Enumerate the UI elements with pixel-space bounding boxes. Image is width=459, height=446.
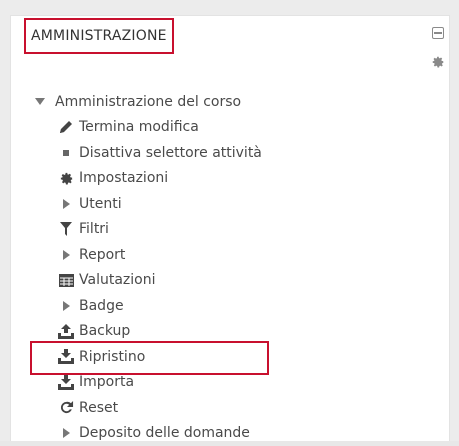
tree-item-reset[interactable]: Reset (33, 395, 262, 421)
tree-item-label: Reset (79, 400, 118, 416)
tree-item-label: Backup (79, 323, 130, 339)
caret-right-icon (57, 425, 75, 441)
caret-right-icon (57, 247, 75, 263)
admin-tree: Amministrazione del corso Termina modifi… (33, 89, 262, 446)
caret-down-icon (33, 94, 47, 110)
pencil-icon (57, 119, 75, 135)
tree-root-label: Amministrazione del corso (55, 94, 241, 110)
tree-item-report[interactable]: Report (33, 242, 262, 268)
tree-item-label: Filtri (79, 221, 109, 237)
tree-item-label: Termina modifica (79, 119, 199, 135)
tree-item-label: Importa (79, 374, 134, 390)
highlight-box-ripristino (30, 341, 269, 375)
gear-icon[interactable] (431, 55, 445, 69)
download-icon (57, 374, 75, 390)
tree-root-course-admin[interactable]: Amministrazione del corso (33, 89, 262, 115)
tree-item-filtri[interactable]: Filtri (33, 217, 262, 243)
refresh-icon (57, 400, 75, 416)
caret-right-icon (57, 196, 75, 212)
upload-icon (57, 323, 75, 339)
dock-icon[interactable] (432, 27, 444, 39)
tree-item-badge[interactable]: Badge (33, 293, 262, 319)
caret-right-icon (57, 298, 75, 314)
filter-icon (57, 221, 75, 237)
tree-item-impostazioni[interactable]: Impostazioni (33, 166, 262, 192)
tree-item-label: Valutazioni (79, 272, 155, 288)
tree-item-disattiva-selettore[interactable]: Disattiva selettore attività (33, 140, 262, 166)
tree-item-label: Badge (79, 298, 124, 314)
table-icon (57, 272, 75, 288)
tree-item-utenti[interactable]: Utenti (33, 191, 262, 217)
tree-item-label: Disattiva selettore attività (79, 145, 262, 161)
tree-item-termina-modifica[interactable]: Termina modifica (33, 115, 262, 141)
tree-item-deposito-domande[interactable]: Deposito delle domande (33, 421, 262, 446)
gear-icon (57, 170, 75, 186)
tree-item-label: Deposito delle domande (79, 425, 250, 441)
tree-item-label: Report (79, 247, 125, 263)
block-title: AMMINISTRAZIONE (24, 18, 174, 54)
tree-item-label: Utenti (79, 196, 122, 212)
square-bullet-icon (57, 145, 75, 161)
page-background: AMMINISTRAZIONE Amministrazione del cors… (0, 0, 459, 441)
tree-item-valutazioni[interactable]: Valutazioni (33, 268, 262, 294)
tree-item-label: Impostazioni (79, 170, 168, 186)
